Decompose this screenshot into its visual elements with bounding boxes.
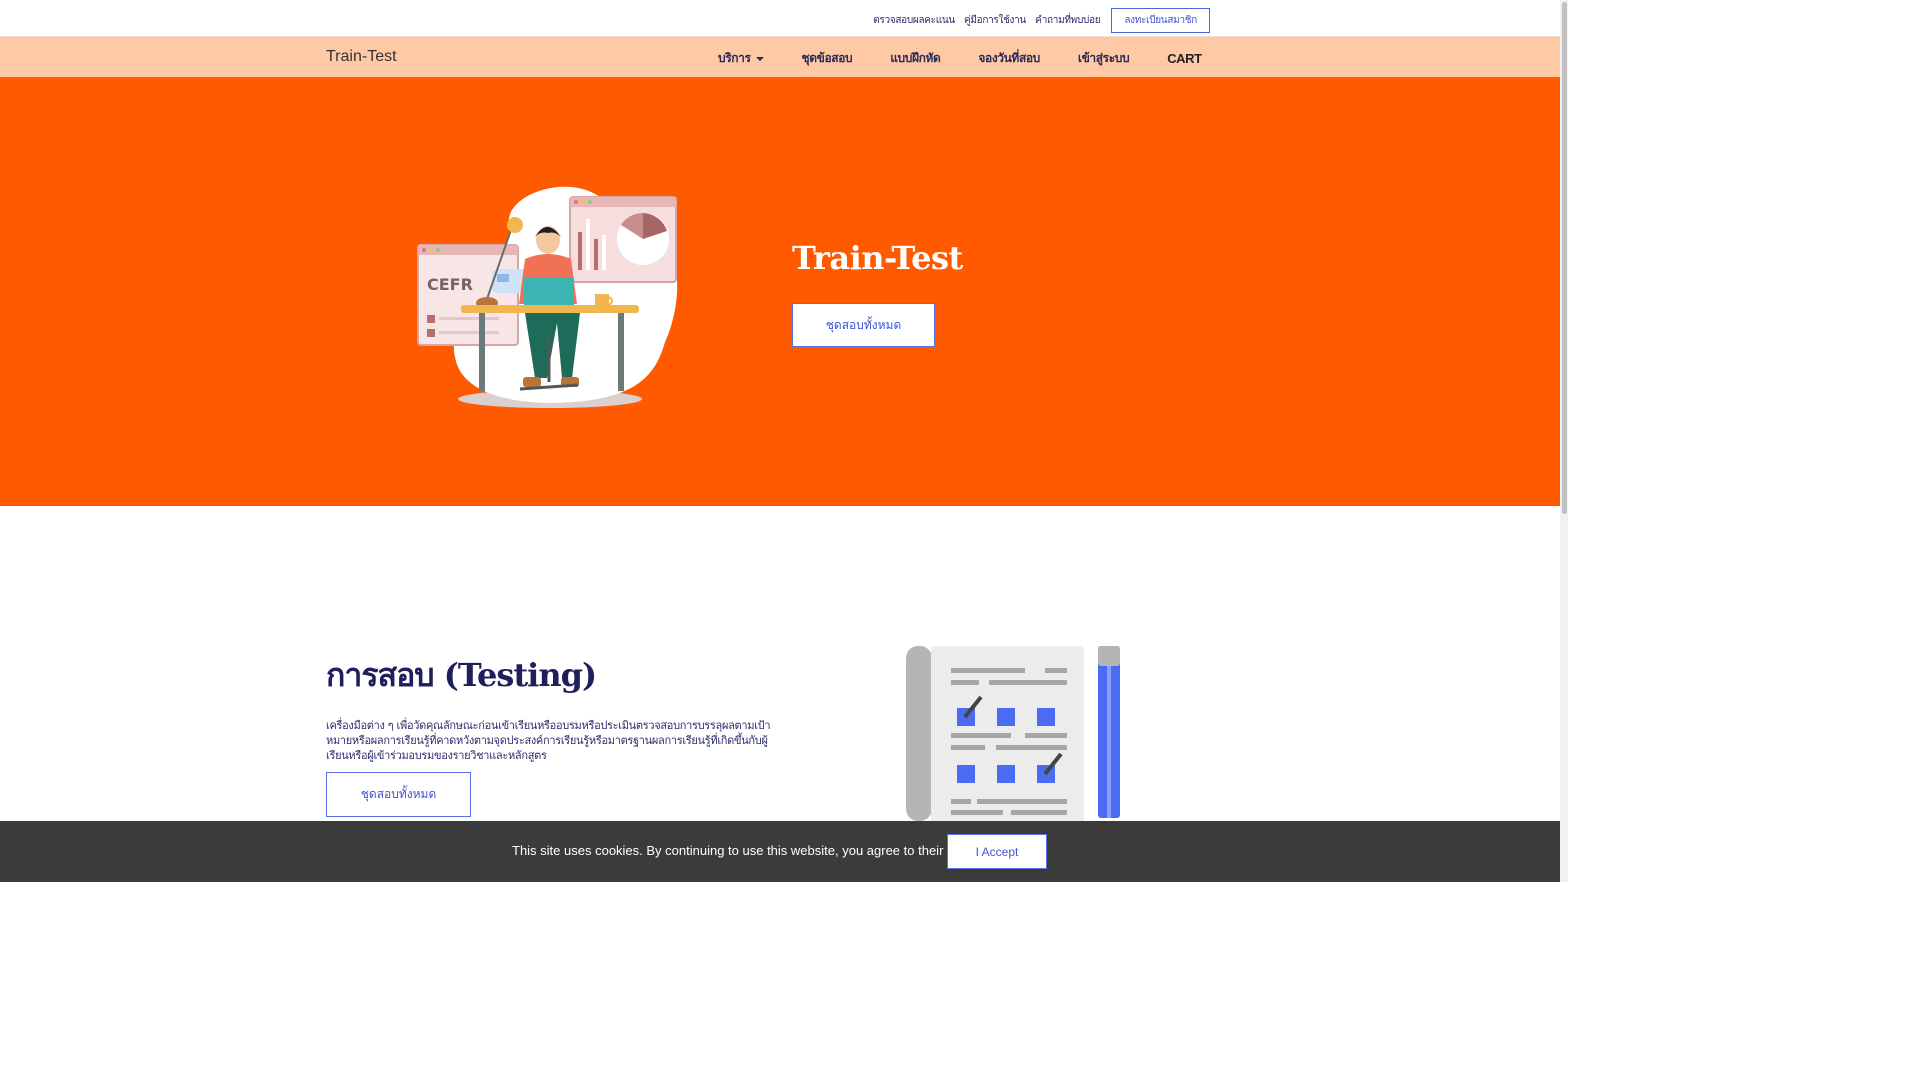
nav-item-book-exam-date[interactable]: จองวันที่สอบ	[978, 49, 1040, 68]
nav-item-services-label: บริการ	[718, 51, 751, 65]
cookie-accept-button[interactable]: I Accept	[947, 834, 1047, 869]
testing-section-title: การสอบ (Testing)	[326, 656, 597, 694]
nav-menu: บริการ ชุดข้อสอบ แบบฝึกหัด จองวันที่สอบ …	[718, 49, 1202, 68]
hero-all-exam-sets-button[interactable]: ชุดสอบทั้งหมด	[792, 303, 935, 347]
user-manual-link[interactable]: คู่มือการใช้งาน	[964, 13, 1026, 28]
nav-item-exam-sets[interactable]: ชุดข้อสอบ	[802, 49, 853, 68]
nav-item-services[interactable]: บริการ	[718, 49, 764, 68]
check-score-link[interactable]: ตรวจสอบผลคะแนน	[873, 13, 955, 28]
hero-banner: CEFR Train-Test ชุดสอบทั้งหมด	[0, 77, 1560, 506]
hero-title: Train-Test	[792, 239, 963, 277]
caret-down-icon	[755, 56, 764, 61]
testing-section-description: เครื่องมือต่าง ๆ เพื่อวัดคุณลักษณะก่อนเข…	[326, 719, 771, 762]
page-scrollbar[interactable]	[1560, 0, 1568, 882]
nav-item-cart[interactable]: CART	[1167, 51, 1202, 66]
cookie-message: This site uses cookies. By continuing to…	[512, 843, 972, 858]
nav-item-login[interactable]: เข้าสู่ระบบ	[1078, 49, 1130, 68]
cefr-illustration-label: CEFR	[427, 275, 473, 294]
main-navbar: Train-Test บริการ ชุดข้อสอบ แบบฝึกหัด จอ…	[0, 36, 1560, 78]
top-links: ตรวจสอบผลคะแนน คู่มือการใช้งาน คำถามที่พ…	[873, 8, 1210, 33]
register-button[interactable]: ลงทะเบียนสมาชิก	[1111, 8, 1210, 33]
faq-link[interactable]: คำถามที่พบบ่อย	[1035, 13, 1101, 28]
testing-all-exam-sets-button[interactable]: ชุดสอบทั้งหมด	[326, 772, 471, 817]
scrollbar-thumb[interactable]	[1562, 2, 1567, 514]
test-document-illustration	[906, 646, 1120, 823]
cookie-consent-bar: This site uses cookies. By continuing to…	[0, 821, 1560, 882]
nav-item-exercises[interactable]: แบบฝึกหัด	[890, 49, 941, 68]
top-utility-bar: ตรวจสอบผลคะแนน คู่มือการใช้งาน คำถามที่พ…	[0, 0, 1560, 36]
brand-logo[interactable]: Train-Test	[326, 48, 397, 66]
hero-person-at-desk-illustration: CEFR	[417, 186, 678, 408]
